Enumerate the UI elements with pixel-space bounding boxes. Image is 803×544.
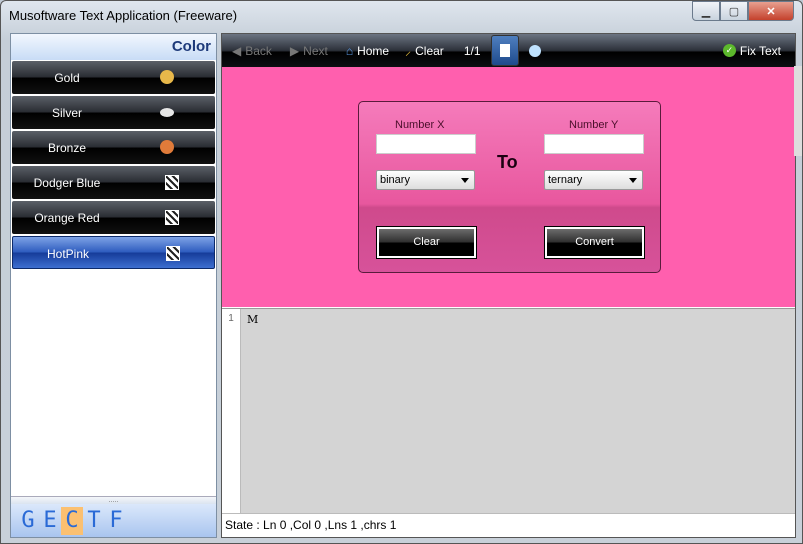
sidebar-item-dodger-blue[interactable]: Dodger Blue [12, 166, 215, 199]
convert-button[interactable]: Convert [544, 226, 645, 259]
maximize-button[interactable]: ▢ [720, 1, 748, 21]
home-icon: ⌂ [345, 43, 354, 58]
sidebar-bottom-bar: G E C T F [11, 504, 216, 537]
status-bar: State : Ln 0 ,Col 0 ,Lns 1 ,chrs 1 [222, 513, 795, 537]
close-button[interactable]: ✕ [748, 1, 794, 21]
sidebar-item-silver[interactable]: Silver [12, 96, 215, 129]
converter-dialog: Number X Number Y To binary ternary Clea… [358, 101, 661, 273]
back-label: Back [245, 43, 272, 58]
number-y-label: Number Y [569, 119, 619, 131]
sidebar-header: Color [11, 34, 216, 60]
minimize-button[interactable]: ▁ [692, 1, 720, 21]
dropdown-arrow-icon [461, 178, 469, 183]
back-arrow-icon: ◀ [232, 43, 242, 58]
app-window: Musoftware Text Application (Freeware) ▁… [0, 0, 803, 544]
item-label: Orange Red [34, 211, 100, 225]
window-edge-scrollbar [794, 66, 802, 156]
base-x-select[interactable]: binary [376, 170, 475, 190]
fix-text-label: Fix Text [739, 43, 781, 58]
editor-text[interactable]: M [247, 313, 258, 326]
letter-e-button[interactable]: E [39, 507, 61, 535]
number-x-input[interactable] [376, 134, 476, 154]
sidebar-item-hotpink[interactable]: HotPink [12, 236, 215, 269]
converter-area: Number X Number Y To binary ternary Clea… [222, 67, 795, 307]
line-number-gutter: 1 [222, 309, 241, 514]
clear-label: Clear [415, 43, 444, 58]
color-sidebar: Color Gold Silver Bronze Dodger Blue Ora… [10, 33, 217, 538]
to-label: To [497, 152, 518, 172]
item-label: HotPink [46, 247, 90, 261]
number-x-label: Number X [395, 119, 445, 131]
number-y-input[interactable] [544, 134, 644, 154]
item-label: Bronze [47, 141, 87, 155]
letter-f-button[interactable]: F [105, 507, 127, 535]
base-y-select[interactable]: ternary [544, 170, 643, 190]
letter-t-button[interactable]: T [83, 507, 105, 535]
sidebar-item-bronze[interactable]: Bronze [12, 131, 215, 164]
letter-c-button[interactable]: C [61, 506, 83, 535]
text-editor[interactable]: 1 M [222, 308, 795, 514]
flag-icon [165, 210, 179, 225]
base-x-value: binary [380, 174, 410, 186]
hexagon-button[interactable] [528, 44, 541, 57]
dropdown-arrow-icon [629, 178, 637, 183]
document-icon [499, 44, 510, 57]
back-button[interactable]: ◀ Back [232, 44, 272, 58]
home-button[interactable]: ⌂ Home [346, 44, 389, 58]
clear-toolbar-button[interactable]: ⸝ Clear [405, 42, 444, 59]
home-label: Home [357, 43, 390, 58]
next-label: Next [303, 43, 328, 58]
check-icon: ✓ [722, 44, 736, 57]
flag-icon [165, 175, 179, 190]
broom-icon: ⸝ [405, 44, 412, 58]
main-panel: ◀ Back ▶ Next ⌂ Home ⸝ Clear 1/1 ✓ Fix Text N… [221, 33, 796, 538]
next-button[interactable]: ▶ Next [290, 44, 328, 58]
sidebar-item-orange-red[interactable]: Orange Red [12, 201, 215, 234]
flag-icon [166, 246, 180, 261]
sidebar-item-gold[interactable]: Gold [12, 61, 215, 94]
item-label: Dodger Blue [33, 176, 101, 190]
base-y-value: ternary [548, 174, 583, 186]
item-label: Silver [51, 106, 82, 120]
next-arrow-icon: ▶ [289, 43, 300, 58]
fix-text-button[interactable]: ✓ Fix Text [722, 43, 781, 58]
toolbar: ◀ Back ▶ Next ⌂ Home ⸝ Clear 1/1 ✓ Fix Text [222, 34, 795, 67]
gold-coins-icon [160, 70, 174, 84]
window-title: Musoftware Text Application (Freeware) [9, 8, 238, 23]
item-label: Gold [54, 71, 80, 85]
clear-button[interactable]: Clear [376, 226, 477, 259]
document-button[interactable] [490, 35, 519, 66]
letter-g-button[interactable]: G [17, 507, 39, 535]
page-indicator: 1/1 [463, 43, 481, 58]
bronze-coin-icon [160, 140, 174, 154]
silver-coin-icon [160, 108, 174, 117]
